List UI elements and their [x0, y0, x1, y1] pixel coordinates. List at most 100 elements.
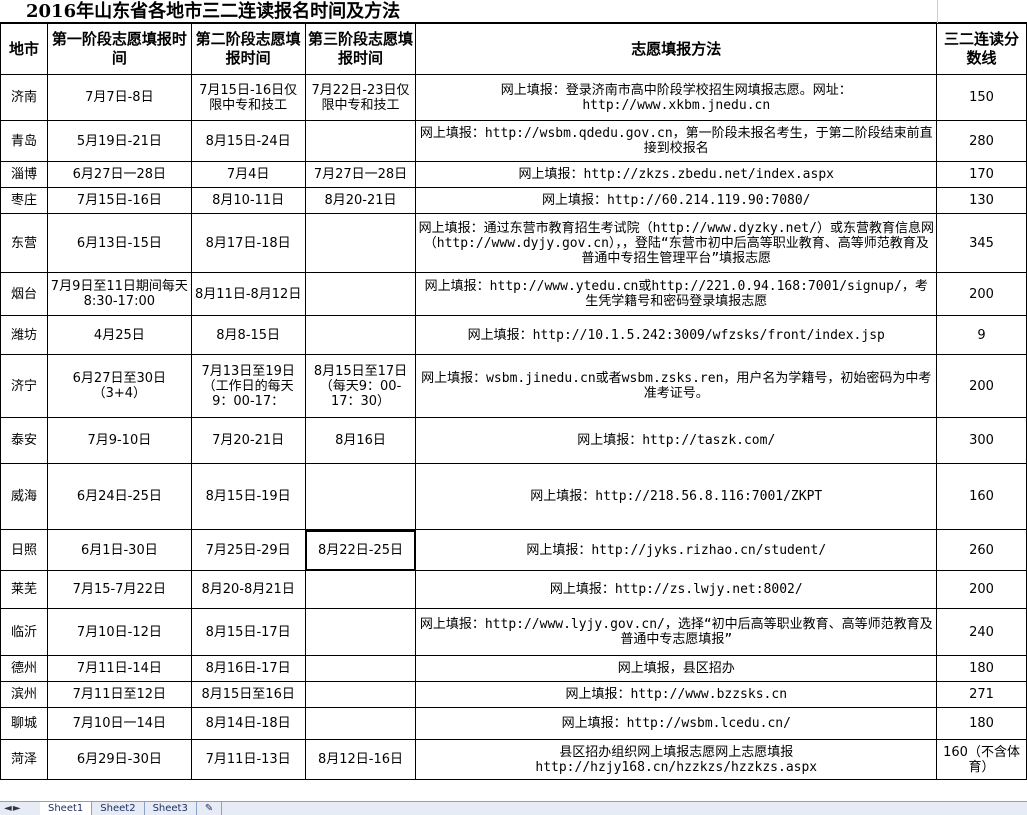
cell-city[interactable]: 枣庄	[0, 187, 48, 214]
cell-stage1[interactable]: 7月9-10日	[46, 417, 192, 464]
header-score[interactable]: 三二连读分数线	[936, 23, 1027, 75]
cell-city[interactable]: 东营	[0, 213, 48, 273]
cell-stage2[interactable]: 7月20-21日	[190, 417, 306, 464]
cell-stage1[interactable]: 5月19日-21日	[46, 120, 192, 162]
cell-score[interactable]: 200	[936, 272, 1027, 316]
cell-score[interactable]: 200	[936, 354, 1027, 418]
cell-stage2[interactable]: 8月8-15日	[190, 315, 306, 355]
cell-stage3[interactable]: 8月12日-16日	[304, 739, 417, 780]
cell-stage3[interactable]: 8月15日至17日（每天9：00-17：30）	[304, 354, 417, 418]
cell-method[interactable]: 网上填报：http://zkzs.zbedu.net/index.aspx	[415, 161, 938, 188]
cell-stage3[interactable]	[304, 463, 417, 530]
cell-stage3[interactable]: 8月22日-25日	[304, 529, 417, 571]
cell-stage3[interactable]: 7月27日一28日	[304, 161, 417, 188]
cell-stage3[interactable]	[304, 213, 417, 273]
cell-stage2[interactable]: 8月20-8月21日	[190, 570, 306, 609]
cell-score[interactable]: 170	[936, 161, 1027, 188]
cell-score[interactable]: 130	[936, 187, 1027, 214]
tab-scroll-arrows[interactable]: ◄ ►	[0, 802, 40, 815]
cell-city[interactable]: 潍坊	[0, 315, 48, 355]
cell-method[interactable]: 网上填报：wsbm.jinedu.cn或者wsbm.zsks.ren，用户名为学…	[415, 354, 938, 418]
cell-method[interactable]: 网上填报：http://wsbm.lcedu.cn/	[415, 707, 938, 740]
cell-method[interactable]: 网上填报：登录济南市高中阶段学校招生网填报志愿。网址：http://www.xk…	[415, 74, 938, 121]
cell-stage2[interactable]: 7月11日-13日	[190, 739, 306, 780]
cell-method[interactable]: 网上填报：http://wsbm.qdedu.gov.cn，第一阶段未报名考生，…	[415, 120, 938, 162]
cell-score[interactable]: 160	[936, 463, 1027, 530]
cell-city[interactable]: 德州	[0, 655, 48, 682]
cell-stage2[interactable]: 8月17日-18日	[190, 213, 306, 273]
cell-stage3[interactable]	[304, 681, 417, 708]
tab-sheet2[interactable]: Sheet2	[92, 802, 145, 815]
cell-city[interactable]: 烟台	[0, 272, 48, 316]
cell-method[interactable]: 网上填报：http://10.1.5.242:3009/wfzsks/front…	[415, 315, 938, 355]
cell-stage2[interactable]: 8月15日-24日	[190, 120, 306, 162]
cell-stage1[interactable]: 6月27日至30日（3+4）	[46, 354, 192, 418]
cell-stage3[interactable]	[304, 120, 417, 162]
cell-stage2[interactable]: 8月14日-18日	[190, 707, 306, 740]
cell-score[interactable]: 345	[936, 213, 1027, 273]
cell-stage1[interactable]: 7月7日-8日	[46, 74, 192, 121]
cell-stage2[interactable]: 7月25日-29日	[190, 529, 306, 571]
cell-city[interactable]: 滨州	[0, 681, 48, 708]
cell-stage3[interactable]: 7月22日-23日仅限中专和技工	[304, 74, 417, 121]
tab-sheet3[interactable]: Sheet3	[145, 802, 197, 815]
cell-score[interactable]: 160（不含体育）	[936, 739, 1027, 780]
cell-stage2[interactable]: 7月4日	[190, 161, 306, 188]
cell-score[interactable]: 271	[936, 681, 1027, 708]
header-stage3[interactable]: 第三阶段志愿填报时间	[304, 23, 417, 75]
cell-city[interactable]: 临沂	[0, 608, 48, 656]
cell-stage3[interactable]	[304, 315, 417, 355]
cell-stage3[interactable]	[304, 608, 417, 656]
cell-stage3[interactable]: 8月16日	[304, 417, 417, 464]
header-method[interactable]: 志愿填报方法	[415, 23, 938, 75]
cell-stage1[interactable]: 7月10日-12日	[46, 608, 192, 656]
cell-method[interactable]: 网上填报，县区招办	[415, 655, 938, 682]
cell-stage3[interactable]	[304, 655, 417, 682]
cell-stage2[interactable]: 8月15日至16日	[190, 681, 306, 708]
cell-stage2[interactable]: 8月15日-19日	[190, 463, 306, 530]
cell-method[interactable]: 网上填报：http://zs.lwjy.net:8002/	[415, 570, 938, 609]
cell-stage2[interactable]: 8月10-11日	[190, 187, 306, 214]
cell-stage1[interactable]: 7月15-7月22日	[46, 570, 192, 609]
cell-city[interactable]: 青岛	[0, 120, 48, 162]
header-stage1[interactable]: 第一阶段志愿填报时间	[46, 23, 192, 75]
cell-city[interactable]: 济宁	[0, 354, 48, 418]
cell-city[interactable]: 莱芜	[0, 570, 48, 609]
cell-stage2[interactable]: 7月13日至19日（工作日的每天9：00-17：	[190, 354, 306, 418]
cell-stage1[interactable]: 6月13日-15日	[46, 213, 192, 273]
cell-method[interactable]: 网上填报：通过东营市教育招生考试院（http://www.dyzky.net/）…	[415, 213, 938, 273]
cell-stage3[interactable]	[304, 272, 417, 316]
cell-city[interactable]: 聊城	[0, 707, 48, 740]
cell-stage1[interactable]: 7月9日至11日期间每天8:30-17:00	[46, 272, 192, 316]
cell-stage2[interactable]: 8月16日-17日	[190, 655, 306, 682]
cell-score[interactable]: 240	[936, 608, 1027, 656]
cell-city[interactable]: 日照	[0, 529, 48, 571]
insert-sheet-icon[interactable]: ✎	[197, 802, 223, 815]
cell-score[interactable]: 150	[936, 74, 1027, 121]
cell-stage1[interactable]: 6月29日-30日	[46, 739, 192, 780]
cell-method[interactable]: 网上填报：http://www.lyjy.gov.cn/，选择“初中后高等职业教…	[415, 608, 938, 656]
cell-stage1[interactable]: 7月11日至12日	[46, 681, 192, 708]
cell-score[interactable]: 260	[936, 529, 1027, 571]
cell-stage1[interactable]: 7月10日一14日	[46, 707, 192, 740]
cell-stage3[interactable]	[304, 570, 417, 609]
cell-score[interactable]: 200	[936, 570, 1027, 609]
header-city[interactable]: 地市	[0, 23, 48, 75]
cell-stage3[interactable]	[304, 707, 417, 740]
header-stage2[interactable]: 第二阶段志愿填报时间	[190, 23, 306, 75]
cell-city[interactable]: 淄博	[0, 161, 48, 188]
cell-score[interactable]: 9	[936, 315, 1027, 355]
empty-cell[interactable]	[937, 0, 1027, 23]
cell-method[interactable]: 网上填报：http://60.214.119.90:7080/	[415, 187, 938, 214]
cell-method[interactable]: 网上填报：http://www.bzzsks.cn	[415, 681, 938, 708]
spreadsheet-grid[interactable]: 地市 第一阶段志愿填报时间 第二阶段志愿填报时间 第三阶段志愿填报时间 志愿填报…	[0, 23, 1027, 780]
cell-city[interactable]: 泰安	[0, 417, 48, 464]
cell-stage3[interactable]: 8月20-21日	[304, 187, 417, 214]
cell-city[interactable]: 菏泽	[0, 739, 48, 780]
cell-stage1[interactable]: 6月24日-25日	[46, 463, 192, 530]
cell-score[interactable]: 280	[936, 120, 1027, 162]
cell-stage1[interactable]: 7月11日-14日	[46, 655, 192, 682]
cell-stage2[interactable]: 8月15日-17日	[190, 608, 306, 656]
cell-method[interactable]: 网上填报：http://taszk.com/	[415, 417, 938, 464]
cell-score[interactable]: 180	[936, 707, 1027, 740]
